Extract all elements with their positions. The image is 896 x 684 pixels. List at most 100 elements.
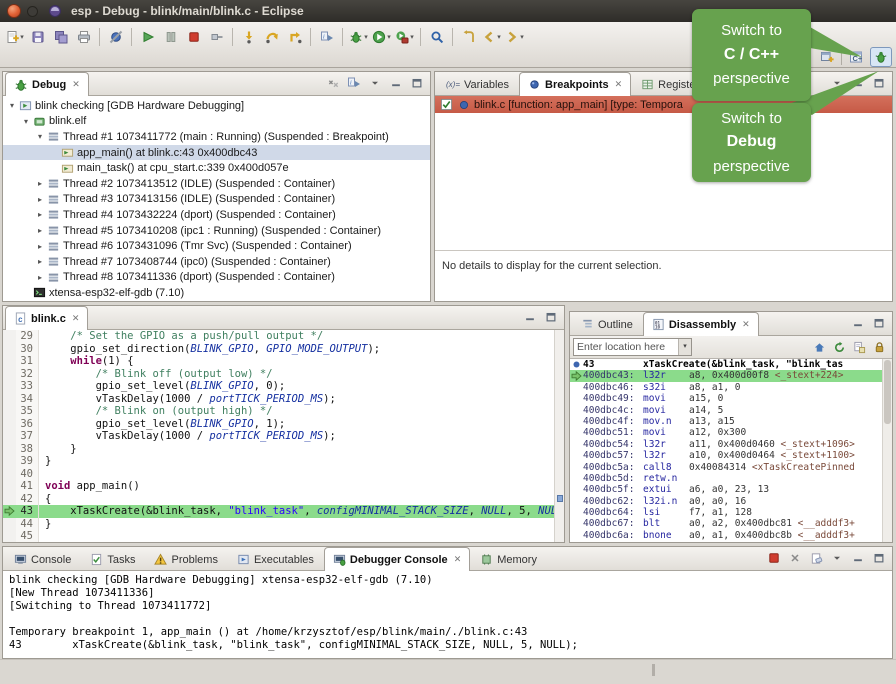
print-button[interactable] bbox=[72, 26, 95, 49]
tab-breakpoints[interactable]: Breakpoints✕ bbox=[519, 72, 631, 96]
maximize-icon[interactable] bbox=[543, 309, 559, 325]
run-button[interactable]: ▾ bbox=[370, 26, 393, 49]
instruction-stepping-mode-icon[interactable]: i bbox=[346, 75, 362, 91]
dropdown-arrow-icon[interactable]: ▾ bbox=[520, 33, 524, 41]
back-button[interactable]: ▾ bbox=[480, 26, 503, 49]
maximize-icon[interactable] bbox=[871, 550, 887, 566]
sync-icon[interactable] bbox=[871, 339, 887, 355]
close-icon[interactable]: ✕ bbox=[72, 79, 80, 90]
console-output[interactable]: blink checking [GDB Hardware Debugging] … bbox=[4, 571, 891, 657]
save-all-button[interactable] bbox=[49, 26, 72, 49]
disassembly-row[interactable]: 400dbc51:movia12, 0x300 bbox=[570, 427, 882, 438]
disassembly-row[interactable]: 400dbc62:l32i.na0, a0, 16 bbox=[570, 496, 882, 507]
minimize-icon[interactable] bbox=[850, 550, 866, 566]
minimize-icon[interactable] bbox=[388, 75, 404, 91]
disconnect-button[interactable] bbox=[205, 26, 228, 49]
view-menu-icon[interactable] bbox=[829, 550, 845, 566]
minimize-icon[interactable] bbox=[850, 315, 866, 331]
disassembly-row[interactable]: 400dbc67:blta0, a2, 0x400dbc81 <__adddf3… bbox=[570, 518, 882, 529]
search-button[interactable] bbox=[425, 26, 448, 49]
debug-tree-item[interactable]: ▸Thread #5 1073410208 (ipc1 : Running) (… bbox=[3, 223, 430, 239]
view-menu-icon[interactable] bbox=[367, 75, 383, 91]
tab-debugger-console[interactable]: Debugger Console✕ bbox=[324, 547, 470, 571]
minimize-button[interactable] bbox=[27, 6, 38, 17]
expander-icon[interactable]: ▸ bbox=[35, 273, 45, 282]
disassembly-row[interactable]: 400dbc5d:retw.n bbox=[570, 473, 882, 484]
resume-button[interactable] bbox=[136, 26, 159, 49]
disassembly-row[interactable]: 400dbc57:l32ra10, 0x400d0464 <_stext+110… bbox=[570, 450, 882, 461]
skip-all-breakpoints-button[interactable] bbox=[104, 26, 127, 49]
disassembly-row[interactable]: 400dbc43:l32ra8, 0x400d00f8 <_stext+224> bbox=[570, 370, 882, 381]
debug-tree-item[interactable]: main_task() at cpu_start.c:339 0x400d057… bbox=[3, 160, 430, 176]
expander-icon[interactable]: ▸ bbox=[35, 210, 45, 219]
code-line[interactable]: 32 /* Blink off (output low) */ bbox=[3, 368, 554, 381]
maximize-icon[interactable] bbox=[871, 315, 887, 331]
maximize-icon[interactable] bbox=[871, 75, 887, 91]
step-into-button[interactable] bbox=[237, 26, 260, 49]
expander-icon[interactable]: ▾ bbox=[21, 117, 31, 126]
tab-console[interactable]: Console bbox=[5, 548, 80, 570]
overview-ruler[interactable] bbox=[554, 330, 564, 542]
pc-home-icon[interactable] bbox=[811, 339, 827, 355]
disassembly-scrollbar[interactable] bbox=[882, 359, 892, 542]
code-line[interactable]: 45 bbox=[3, 530, 554, 542]
code-line[interactable]: 29 /* Set the GPIO as a push/pull output… bbox=[3, 330, 554, 343]
save-button[interactable] bbox=[26, 26, 49, 49]
expander-icon[interactable]: ▸ bbox=[35, 257, 45, 266]
close-icon[interactable]: ✕ bbox=[72, 313, 80, 324]
debug-tree-item[interactable]: app_main() at blink.c:43 0x400dbc43 bbox=[3, 145, 430, 161]
code-line[interactable]: 35 /* Blink on (output high) */ bbox=[3, 405, 554, 418]
close-icon[interactable]: ✕ bbox=[615, 79, 623, 90]
debug-tree-item[interactable]: ▸Thread #3 1073413156 (IDLE) (Suspended … bbox=[3, 192, 430, 208]
maximize-icon[interactable] bbox=[409, 75, 425, 91]
expander-icon[interactable]: ▾ bbox=[7, 101, 17, 110]
disassembly-row[interactable]: 400dbc46:s32ia8, a1, 0 bbox=[570, 382, 882, 393]
code-line[interactable]: 34 vTaskDelay(1000 / portTICK_PERIOD_MS)… bbox=[3, 393, 554, 406]
instruction-stepping-button[interactable]: i bbox=[315, 26, 338, 49]
tab-variables[interactable]: (x)=Variables bbox=[437, 73, 518, 95]
code-line[interactable]: 38 } bbox=[3, 443, 554, 456]
code-line[interactable]: 43 xTaskCreate(&blink_task, "blink_task"… bbox=[3, 505, 554, 518]
dropdown-arrow-icon[interactable]: ▾ bbox=[497, 33, 501, 41]
last-edit-location-button[interactable] bbox=[457, 26, 480, 49]
debug-tree-item[interactable]: ▸Thread #2 1073413512 (IDLE) (Suspended … bbox=[3, 176, 430, 192]
dropdown-arrow-icon[interactable]: ▾ bbox=[364, 33, 368, 41]
dropdown-arrow-icon[interactable]: ▾ bbox=[387, 33, 391, 41]
debug-tree-item[interactable]: ▾blink checking [GDB Hardware Debugging] bbox=[3, 98, 430, 114]
external-tools-button[interactable]: ▾ bbox=[393, 26, 416, 49]
tab-disassembly[interactable]: 0110Disassembly✕ bbox=[643, 312, 759, 336]
remove-all-terminated-icon[interactable] bbox=[325, 75, 341, 91]
expander-icon[interactable]: ▸ bbox=[35, 242, 45, 251]
disassembly-row[interactable]: 400dbc6a:bnonea0, a1, 0x400dbc8b <__addd… bbox=[570, 530, 882, 541]
view-menu-icon[interactable] bbox=[829, 75, 845, 91]
minimize-icon[interactable] bbox=[850, 75, 866, 91]
show-source-icon[interactable] bbox=[851, 339, 867, 355]
code-line[interactable]: 39} bbox=[3, 455, 554, 468]
debug-button[interactable]: ▾ bbox=[347, 26, 370, 49]
step-over-button[interactable] bbox=[260, 26, 283, 49]
forward-button[interactable]: ▾ bbox=[503, 26, 526, 49]
expander-icon[interactable]: ▾ bbox=[35, 132, 45, 141]
disassembly-row[interactable]: 400dbc54:l32ra11, 0x400d0460 <_stext+109… bbox=[570, 439, 882, 450]
open-perspective-button[interactable] bbox=[816, 47, 838, 67]
scrollbar-thumb[interactable] bbox=[884, 360, 891, 424]
debug-tree-item[interactable]: ▸Thread #8 1073411336 (dport) (Suspended… bbox=[3, 270, 430, 286]
tab-outline[interactable]: Outline bbox=[572, 313, 642, 335]
debug-tree-item[interactable]: ▸Thread #4 1073432224 (dport) (Suspended… bbox=[3, 207, 430, 223]
clear-console-icon[interactable] bbox=[808, 550, 824, 566]
code-line[interactable]: 33 gpio_set_level(BLINK_GPIO, 0); bbox=[3, 380, 554, 393]
refresh-icon[interactable] bbox=[831, 339, 847, 355]
debug-tree-item[interactable]: xtensa-esp32-elf-gdb (7.10) bbox=[3, 285, 430, 301]
terminate-console-icon[interactable] bbox=[766, 550, 782, 566]
code-line[interactable]: 44} bbox=[3, 518, 554, 531]
debug-tree-item[interactable]: ▾blink.elf bbox=[3, 114, 430, 130]
breakpoint-checkbox[interactable] bbox=[438, 97, 454, 113]
suspend-button[interactable] bbox=[159, 26, 182, 49]
editor-body[interactable]: 29 /* Set the GPIO as a push/pull output… bbox=[3, 330, 564, 542]
combo-dropdown-icon[interactable]: ▾ bbox=[678, 339, 691, 355]
bottom-sash[interactable] bbox=[652, 664, 655, 676]
remove-launch-icon[interactable] bbox=[787, 550, 803, 566]
overview-marker[interactable] bbox=[557, 495, 563, 502]
disassembly-source-line[interactable]: 43xTaskCreate(&blink_task, "blink_tas bbox=[570, 359, 882, 370]
tab-tasks[interactable]: Tasks bbox=[81, 548, 144, 570]
